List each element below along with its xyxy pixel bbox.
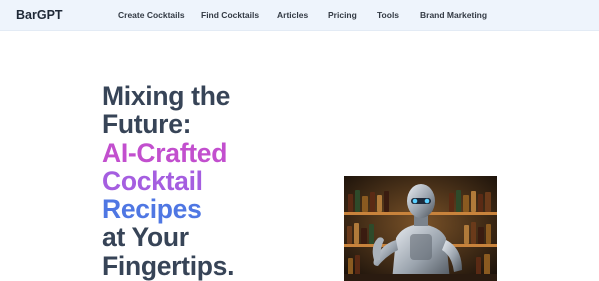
hero-line-highlight: AI-Crafted [102,137,228,168]
hero-line: Fingertips. [102,250,235,281]
nav-link-brand-marketing[interactable]: Brand Marketing [420,10,487,20]
nav-link-pricing[interactable]: Pricing [328,10,357,20]
hero-line: Mixing the [102,81,231,111]
top-nav: BarGPT Create Cocktails Find Cocktails A… [0,0,599,31]
hero-line-highlight: Cocktail [102,165,203,196]
hero-line: at Your [102,222,189,253]
hero-line: Future: [102,109,192,140]
nav-link-tools[interactable]: Tools [377,10,399,20]
nav-link-create-cocktails[interactable]: Create Cocktails [118,10,185,20]
brand-logo[interactable]: BarGPT [16,8,63,22]
robot-bartender-icon [344,176,497,281]
robot-bartender-image [344,176,497,281]
hero-heading: Mixing the Future: AI-Crafted Cocktail R… [102,82,322,280]
hero-line-highlight: Recipes [102,194,202,225]
nav-link-find-cocktails[interactable]: Find Cocktails [201,10,259,20]
nav-link-articles[interactable]: Articles [277,10,308,20]
